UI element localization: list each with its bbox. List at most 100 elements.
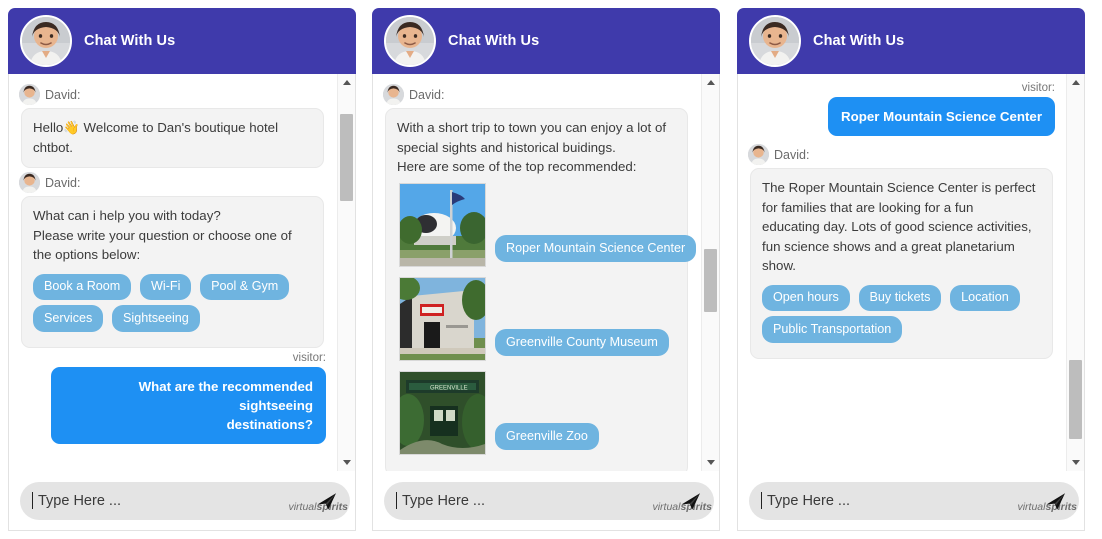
observatory-photo [399, 182, 486, 267]
scroll-up-arrow-icon[interactable] [338, 74, 355, 91]
chat-log-container: David: Hello👋 Welcome to Dan's boutique … [8, 74, 356, 471]
input-placeholder: Type Here ... [402, 492, 486, 509]
chip-services[interactable]: Services [33, 305, 104, 332]
chat-log-container: David: With a short trip to town you can… [372, 74, 720, 471]
agent-avatar-icon [20, 15, 72, 67]
text-caret [32, 492, 33, 509]
chip-greenville-zoo[interactable]: Greenville Zoo [495, 423, 599, 450]
chat-widget-2: Chat With Us David: With a short trip to… [372, 8, 720, 531]
scrollbar-thumb[interactable] [704, 248, 717, 313]
scroll-up-arrow-icon[interactable] [1067, 74, 1084, 91]
chip-greenville-county-museum[interactable]: Greenville County Museum [495, 329, 669, 356]
message-row: visitor: Roper Mountain Science Center [746, 82, 1059, 140]
bot-message-bubble: What can i help you with today? Please w… [21, 196, 324, 348]
message-line: What are the recommended sightseeing [138, 378, 313, 413]
widget-title: Chat With Us [813, 33, 905, 49]
scroll-up-arrow-icon[interactable] [702, 74, 719, 91]
sender-name: David: [45, 87, 81, 102]
message-sender: David: [383, 84, 694, 105]
agent-avatar-icon [383, 84, 404, 105]
chip-book-a-room[interactable]: Book a Room [33, 273, 132, 301]
widget-title: Chat With Us [448, 33, 540, 49]
chat-log-container: visitor: Roper Mountain Science Center D… [737, 74, 1085, 471]
quick-reply-chips: Open hours Buy tickets Location Public T… [762, 284, 1041, 348]
agent-avatar-icon [748, 144, 769, 166]
bot-message-bubble: With a short trip to town you can enjoy … [385, 108, 697, 471]
scrollbar-thumb[interactable] [340, 113, 353, 202]
gallery-item: Roper Mountain Science Center [399, 182, 697, 267]
chip-roper-mountain-science-center[interactable]: Roper Mountain Science Center [495, 235, 697, 262]
send-paper-plane-icon[interactable] [310, 484, 344, 518]
chip-pool-and-gym[interactable]: Pool & Gym [200, 273, 290, 301]
message-line: educating day. Lots of good science acti… [762, 219, 1032, 235]
message-row: David: What can i help you with today? P… [17, 172, 330, 348]
chat-scrollbar[interactable] [701, 74, 719, 471]
message-line: With a short trip to town you can enjoy … [397, 120, 667, 135]
message-row: David: The Roper Mountain Science Center… [746, 144, 1059, 359]
message-line: What can i help you with today? [33, 208, 221, 224]
chip-buy-tickets[interactable]: Buy tickets [858, 284, 942, 312]
chat-log: David: With a short trip to town you can… [373, 74, 702, 471]
message-line: Hello👋 Welcome to Dan's boutique hotel [33, 120, 279, 135]
sender-name: David: [774, 147, 810, 162]
visitor-bubble-wrap: Roper Mountain Science Center [746, 97, 1059, 140]
text-caret [761, 492, 762, 509]
chat-widget-1: Chat With Us David: Hello👋 Welcome to Da… [8, 8, 356, 531]
agent-avatar-icon [749, 15, 801, 67]
chat-widgets-stage: Chat With Us David: Hello👋 Welcome to Da… [0, 0, 1102, 539]
message-line: The Roper Mountain Science Center is per… [762, 180, 1036, 196]
sender-name: David: [409, 87, 445, 102]
scrollbar-thumb[interactable] [1069, 359, 1082, 440]
chip-location[interactable]: Location [950, 284, 1020, 312]
widget-header: Chat With Us [737, 8, 1085, 74]
visitor-message-bubble: Roper Mountain Science Center [828, 97, 1055, 137]
message-line: special sights and historical buidings. [397, 139, 616, 155]
gallery-item: Greenville County Museum [399, 276, 676, 361]
message-line: for families that are looking for a fun [762, 199, 974, 215]
agent-avatar-icon [384, 15, 436, 67]
visitor-message-bubble: What are the recommended sightseeing des… [51, 366, 326, 445]
gallery-item: GREENVILLE Greenville Zoo [399, 370, 676, 455]
widget-title: Chat With Us [84, 33, 176, 49]
bot-message-bubble: The Roper Mountain Science Center is per… [750, 168, 1053, 359]
museum-building-photo [399, 276, 486, 361]
message-sender: David: [19, 172, 330, 194]
chip-wi-fi[interactable]: Wi-Fi [140, 273, 192, 301]
chip-open-hours[interactable]: Open hours [762, 284, 850, 312]
chat-scrollbar[interactable] [1066, 74, 1084, 471]
message-row: David: Hello👋 Welcome to Dan's boutique … [17, 84, 330, 169]
message-line: the options below: [33, 247, 141, 263]
input-placeholder: Type Here ... [767, 492, 851, 509]
input-placeholder: Type Here ... [38, 492, 122, 509]
chip-sightseeing[interactable]: Sightseeing [112, 305, 200, 332]
chat-widget-3: Chat With Us visitor: Roper Mountain Sci… [737, 8, 1085, 531]
quick-reply-chips: Book a Room Wi-Fi Pool & Gym Services Si… [33, 273, 312, 337]
message-line: Here are some of the top recommended: [397, 159, 637, 175]
scroll-down-arrow-icon[interactable] [1067, 454, 1084, 471]
message-sender: David: [19, 84, 330, 105]
scroll-down-arrow-icon[interactable] [338, 454, 355, 471]
agent-avatar-icon [19, 172, 40, 194]
scroll-down-arrow-icon[interactable] [702, 454, 719, 471]
svg-text:GREENVILLE: GREENVILLE [430, 385, 468, 391]
message-sender: David: [748, 144, 1059, 166]
visitor-label: visitor: [1021, 82, 1055, 94]
text-caret [396, 492, 397, 509]
message-line: Please write your question or choose one… [33, 227, 292, 243]
send-paper-plane-icon[interactable] [674, 484, 708, 518]
message-row: David: With a short trip to town you can… [381, 84, 697, 471]
chip-public-transportation[interactable]: Public Transportation [762, 316, 903, 343]
widget-header: Chat With Us [8, 8, 356, 74]
send-paper-plane-icon[interactable] [1039, 484, 1073, 518]
chat-log: David: Hello👋 Welcome to Dan's boutique … [9, 74, 338, 471]
message-row: visitor: What are the recommended sights… [17, 352, 330, 445]
message-line: show. [762, 258, 797, 274]
bot-message-bubble: Hello👋 Welcome to Dan's boutique hotel c… [21, 108, 324, 169]
chat-log: visitor: Roper Mountain Science Center D… [738, 74, 1067, 471]
sender-name: David: [45, 175, 81, 190]
zoo-entrance-photo: GREENVILLE [399, 370, 486, 455]
chat-scrollbar[interactable] [337, 74, 355, 471]
message-line: fun science shows and a great planetariu… [762, 238, 1015, 254]
widget-header: Chat With Us [372, 8, 720, 74]
visitor-label: visitor: [292, 351, 326, 364]
